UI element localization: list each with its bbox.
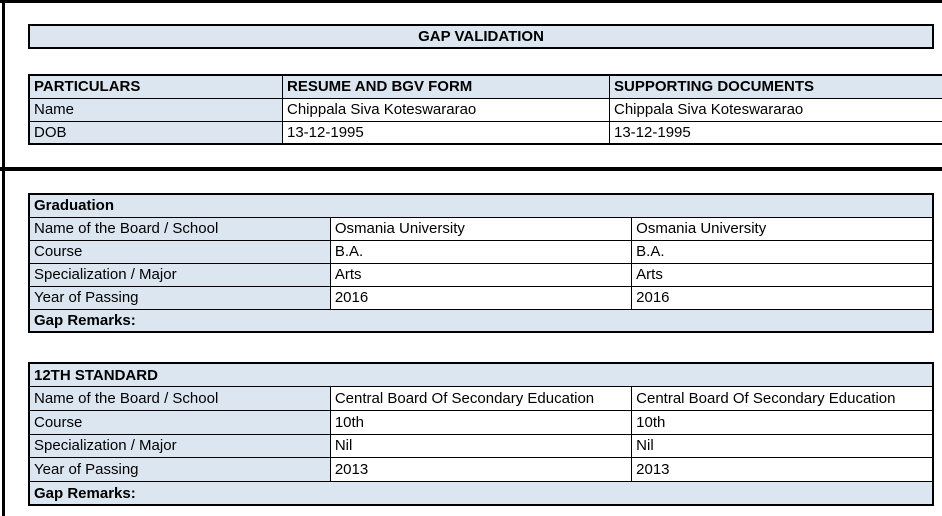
outer-border-left: [2, 0, 5, 516]
table-row-specialization: Specialization / Major Arts Arts: [29, 263, 933, 286]
row-label-dob: DOB: [29, 121, 283, 144]
course-resume-value: B.A.: [330, 240, 631, 263]
row-label-course: Course: [29, 410, 330, 434]
row-label-specialization: Specialization / Major: [29, 434, 330, 458]
course-supporting-value: B.A.: [632, 240, 933, 263]
course-supporting-value: 10th: [632, 410, 933, 434]
board-resume-value: Central Board Of Secondary Education: [330, 387, 631, 411]
gap-remarks-row: Gap Remarks:: [29, 309, 933, 332]
table-row-year: Year of Passing 2016 2016: [29, 286, 933, 309]
section-title-row: 12TH STANDARD: [29, 363, 933, 387]
table-row-course: Course B.A. B.A.: [29, 240, 933, 263]
section-title-12th-standard: 12TH STANDARD: [29, 363, 933, 387]
specialization-supporting-value: Arts: [632, 263, 933, 286]
specialization-resume-value: Arts: [330, 263, 631, 286]
graduation-table: Graduation Name of the Board / School Os…: [28, 193, 934, 333]
name-supporting-value: Chippala Siva Koteswararao: [610, 98, 942, 121]
board-supporting-value: Central Board Of Secondary Education: [632, 387, 933, 411]
row-label-name: Name: [29, 98, 283, 121]
column-header-supporting-documents: SUPPORTING DOCUMENTS: [610, 75, 942, 98]
row-label-board: Name of the Board / School: [29, 217, 330, 240]
year-supporting-value: 2016: [632, 286, 933, 309]
table-header-row: PARTICULARS RESUME AND BGV FORM SUPPORTI…: [29, 75, 942, 98]
twelfth-standard-table: 12TH STANDARD Name of the Board / School…: [28, 362, 934, 506]
gap-remarks-row: Gap Remarks:: [29, 481, 933, 505]
board-supporting-value: Osmania University: [632, 217, 933, 240]
table-row-dob: DOB 13-12-1995 13-12-1995: [29, 121, 942, 144]
gap-remarks-label: Gap Remarks:: [29, 309, 933, 332]
section-title-graduation: Graduation: [29, 194, 933, 217]
board-resume-value: Osmania University: [330, 217, 631, 240]
table-row-name: Name Chippala Siva Koteswararao Chippala…: [29, 98, 942, 121]
column-header-resume-bgv: RESUME AND BGV FORM: [283, 75, 610, 98]
particulars-table: PARTICULARS RESUME AND BGV FORM SUPPORTI…: [28, 74, 942, 145]
gap-validation-document: { "page": { "title": "GAP VALIDATION" },…: [0, 0, 942, 516]
specialization-resume-value: Nil: [330, 434, 631, 458]
column-header-particulars: PARTICULARS: [29, 75, 283, 98]
table-row-year: Year of Passing 2013 2013: [29, 458, 933, 482]
dob-resume-value: 13-12-1995: [283, 121, 610, 144]
year-resume-value: 2016: [330, 286, 631, 309]
dob-supporting-value: 13-12-1995: [610, 121, 942, 144]
outer-border-top: [0, 0, 942, 3]
row-label-board: Name of the Board / School: [29, 387, 330, 411]
table-row-course: Course 10th 10th: [29, 410, 933, 434]
course-resume-value: 10th: [330, 410, 631, 434]
name-resume-value: Chippala Siva Koteswararao: [283, 98, 610, 121]
section-title-row: Graduation: [29, 194, 933, 217]
page-title: GAP VALIDATION: [28, 24, 934, 49]
row-label-year: Year of Passing: [29, 458, 330, 482]
year-supporting-value: 2013: [632, 458, 933, 482]
gap-remarks-label: Gap Remarks:: [29, 481, 933, 505]
row-label-course: Course: [29, 240, 330, 263]
table-row-specialization: Specialization / Major Nil Nil: [29, 434, 933, 458]
table-row-board: Name of the Board / School Central Board…: [29, 387, 933, 411]
row-label-year: Year of Passing: [29, 286, 330, 309]
table-row-board: Name of the Board / School Osmania Unive…: [29, 217, 933, 240]
specialization-supporting-value: Nil: [632, 434, 933, 458]
year-resume-value: 2013: [330, 458, 631, 482]
row-label-specialization: Specialization / Major: [29, 263, 330, 286]
section-divider: [0, 167, 942, 171]
